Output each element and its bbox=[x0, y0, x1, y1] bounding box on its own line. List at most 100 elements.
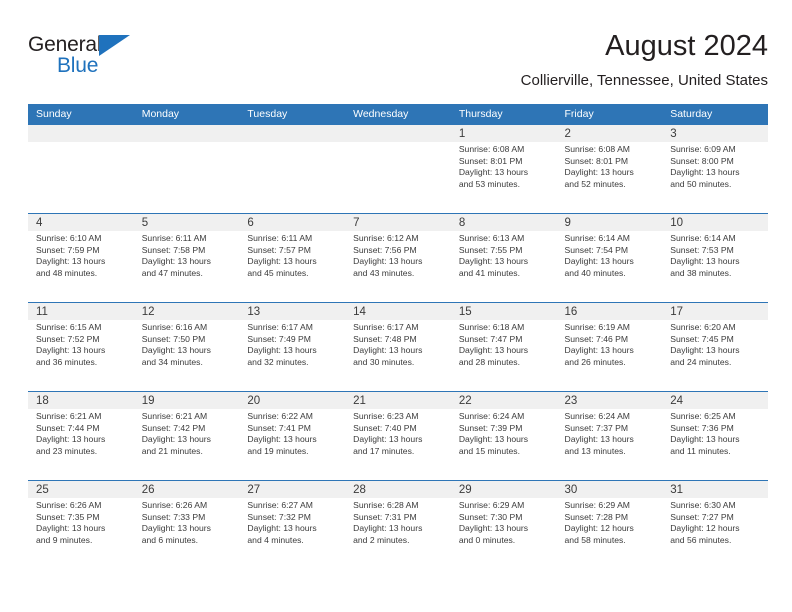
sunset-time: Sunset: 7:39 PM bbox=[458, 422, 523, 433]
daylight-duration-line2: and 6 minutes. bbox=[141, 534, 199, 545]
sunrise-time: Sunrise: 6:22 AM bbox=[247, 411, 313, 421]
day-number-band bbox=[133, 125, 240, 142]
calendar-day-cell[interactable]: 14 Sunrise: 6:17 AM Sunset: 7:48 PM Dayligh… bbox=[345, 303, 451, 391]
daylight-duration-line1: Daylight: 13 hours bbox=[353, 256, 423, 267]
sunset-time: Sunset: 8:01 PM bbox=[458, 155, 523, 166]
calendar-day-cell[interactable]: 8 Sunrise: 6:13 AM Sunset: 7:55 PM Daylight… bbox=[450, 214, 557, 302]
calendar-page: General Blue August 2024 Collierville, T… bbox=[0, 0, 792, 612]
day-sun-info: Sunrise: 6:22 AM Sunset: 7:41 PM Daylight:… bbox=[247, 411, 345, 457]
calendar-day-cell[interactable]: 16 Sunrise: 6:19 AM Sunset: 7:46 PM Dayligh… bbox=[556, 303, 663, 391]
sunrise-time: Sunrise: 6:21 AM bbox=[36, 411, 102, 421]
daylight-duration-line1: Daylight: 13 hours bbox=[353, 523, 423, 534]
day-number-band bbox=[450, 125, 557, 142]
day-number: 12 bbox=[141, 306, 155, 318]
day-number: 2 bbox=[564, 128, 571, 140]
title-block: August 2024 Collierville, Tennessee, Uni… bbox=[521, 28, 768, 92]
sunset-time: Sunset: 8:01 PM bbox=[564, 155, 629, 166]
calendar-day-cell[interactable]: 15 Sunrise: 6:18 AM Sunset: 7:47 PM Dayligh… bbox=[450, 303, 557, 391]
logo-text-blue: Blue bbox=[57, 54, 99, 77]
sunset-time: Sunset: 7:52 PM bbox=[36, 333, 100, 344]
calendar-day-cell[interactable]: 29 Sunrise: 6:29 AM Sunset: 7:30 PM Dayligh… bbox=[450, 481, 557, 569]
calendar-day-cell[interactable]: 25 Sunrise: 6:26 AM Sunset: 7:35 PM Dayligh… bbox=[28, 481, 134, 569]
daylight-duration-line1: Daylight: 13 hours bbox=[353, 345, 423, 356]
calendar-day-cell[interactable]: 24 Sunrise: 6:25 AM Sunset: 7:36 PM Dayligh… bbox=[662, 392, 768, 480]
calendar-day-cell[interactable]: 17 Sunrise: 6:20 AM Sunset: 7:45 PM Dayligh… bbox=[662, 303, 768, 391]
calendar-day-cell[interactable]: 11 Sunrise: 6:15 AM Sunset: 7:52 PM Dayligh… bbox=[28, 303, 134, 391]
calendar-day-cell-empty bbox=[345, 125, 451, 213]
calendar-day-cell[interactable]: 3 Sunrise: 6:09 AM Sunset: 8:00 PM Daylight… bbox=[662, 125, 768, 213]
day-sun-info: Sunrise: 6:14 AM Sunset: 7:54 PM Daylight:… bbox=[565, 233, 663, 279]
day-number: 7 bbox=[353, 217, 360, 229]
day-number: 16 bbox=[564, 306, 578, 318]
calendar-day-cell[interactable]: 27 Sunrise: 6:27 AM Sunset: 7:32 PM Dayligh… bbox=[239, 481, 346, 569]
calendar-day-cell[interactable]: 21 Sunrise: 6:23 AM Sunset: 7:40 PM Dayligh… bbox=[345, 392, 451, 480]
daylight-duration-line2: and 28 minutes. bbox=[458, 356, 520, 367]
day-sun-info: Sunrise: 6:26 AM Sunset: 7:33 PM Daylight:… bbox=[142, 500, 240, 546]
daylight-duration-line1: Daylight: 13 hours bbox=[670, 256, 740, 267]
sunset-time: Sunset: 8:00 PM bbox=[670, 155, 734, 166]
daylight-duration-line2: and 50 minutes. bbox=[670, 178, 732, 189]
page-title: August 2024 bbox=[605, 30, 768, 62]
daylight-duration-line1: Daylight: 13 hours bbox=[36, 523, 106, 534]
sunrise-time: Sunrise: 6:13 AM bbox=[458, 233, 525, 243]
sunset-time: Sunset: 7:48 PM bbox=[353, 333, 417, 344]
calendar-day-cell[interactable]: 28 Sunrise: 6:28 AM Sunset: 7:31 PM Dayligh… bbox=[345, 481, 451, 569]
calendar-day-cell[interactable]: 31 Sunrise: 6:30 AM Sunset: 7:27 PM Dayligh… bbox=[662, 481, 768, 569]
day-sun-info: Sunrise: 6:19 AM Sunset: 7:46 PM Daylight:… bbox=[565, 322, 663, 368]
daylight-duration-line2: and 4 minutes. bbox=[247, 534, 304, 545]
day-number: 10 bbox=[670, 217, 684, 229]
sunrise-time: Sunrise: 6:21 AM bbox=[141, 411, 208, 421]
general-blue-logo[interactable]: General Blue bbox=[28, 34, 158, 86]
sunrise-time: Sunrise: 6:10 AM bbox=[36, 233, 102, 243]
day-sun-info: Sunrise: 6:28 AM Sunset: 7:31 PM Daylight:… bbox=[353, 500, 451, 546]
day-number: 22 bbox=[458, 395, 472, 407]
sunset-time: Sunset: 7:46 PM bbox=[564, 333, 629, 344]
day-sun-info: Sunrise: 6:17 AM Sunset: 7:48 PM Daylight:… bbox=[353, 322, 451, 368]
calendar-day-cell[interactable]: 5 Sunrise: 6:11 AM Sunset: 7:58 PM Daylight… bbox=[133, 214, 240, 302]
day-number: 29 bbox=[458, 484, 472, 496]
day-sun-info: Sunrise: 6:12 AM Sunset: 7:56 PM Daylight:… bbox=[353, 233, 451, 279]
sunset-time: Sunset: 7:28 PM bbox=[564, 511, 629, 522]
logo-triangle-icon bbox=[99, 35, 130, 56]
calendar-day-cell[interactable]: 23 Sunrise: 6:24 AM Sunset: 7:37 PM Dayligh… bbox=[556, 392, 663, 480]
sunrise-time: Sunrise: 6:26 AM bbox=[36, 500, 102, 510]
sunrise-time: Sunrise: 6:14 AM bbox=[564, 233, 630, 243]
daylight-duration-line1: Daylight: 13 hours bbox=[564, 434, 634, 445]
daylight-duration-line1: Daylight: 13 hours bbox=[36, 256, 106, 267]
weekday-header-row: Sunday Monday Tuesday Wednesday Thursday… bbox=[28, 104, 768, 125]
sunset-time: Sunset: 7:45 PM bbox=[670, 333, 734, 344]
daylight-duration-line1: Daylight: 13 hours bbox=[247, 345, 317, 356]
sunset-time: Sunset: 7:49 PM bbox=[247, 333, 311, 344]
calendar-day-cell[interactable]: 18 Sunrise: 6:21 AM Sunset: 7:44 PM Dayligh… bbox=[28, 392, 134, 480]
calendar-day-cell[interactable]: 7 Sunrise: 6:12 AM Sunset: 7:56 PM Daylight… bbox=[345, 214, 451, 302]
calendar-day-cell[interactable]: 26 Sunrise: 6:26 AM Sunset: 7:33 PM Dayligh… bbox=[133, 481, 240, 569]
day-number-band bbox=[239, 125, 346, 142]
weekday-header-friday: Friday bbox=[564, 108, 594, 120]
sunrise-time: Sunrise: 6:19 AM bbox=[564, 322, 630, 332]
sunset-time: Sunset: 7:44 PM bbox=[36, 422, 100, 433]
sunrise-time: Sunrise: 6:28 AM bbox=[353, 500, 419, 510]
calendar-day-cell[interactable]: 1 Sunrise: 6:08 AM Sunset: 8:01 PM Daylight… bbox=[450, 125, 557, 213]
day-sun-info: Sunrise: 6:11 AM Sunset: 7:57 PM Daylight:… bbox=[247, 233, 345, 279]
day-number: 24 bbox=[670, 395, 684, 407]
calendar-day-cell[interactable]: 20 Sunrise: 6:22 AM Sunset: 7:41 PM Dayligh… bbox=[239, 392, 346, 480]
day-sun-info: Sunrise: 6:09 AM Sunset: 8:00 PM Daylight:… bbox=[670, 144, 768, 190]
sunrise-time: Sunrise: 6:11 AM bbox=[247, 233, 313, 243]
calendar-day-cell[interactable]: 6 Sunrise: 6:11 AM Sunset: 7:57 PM Daylight… bbox=[239, 214, 346, 302]
calendar-day-cell[interactable]: 9 Sunrise: 6:14 AM Sunset: 7:54 PM Daylight… bbox=[556, 214, 663, 302]
calendar-day-cell[interactable]: 30 Sunrise: 6:29 AM Sunset: 7:28 PM Dayligh… bbox=[556, 481, 663, 569]
sunset-time: Sunset: 7:41 PM bbox=[247, 422, 311, 433]
calendar-day-cell[interactable]: 13 Sunrise: 6:17 AM Sunset: 7:49 PM Dayligh… bbox=[239, 303, 346, 391]
day-number-band bbox=[556, 125, 663, 142]
calendar-day-cell[interactable]: 2 Sunrise: 6:08 AM Sunset: 8:01 PM Daylight… bbox=[556, 125, 663, 213]
calendar-day-cell[interactable]: 12 Sunrise: 6:16 AM Sunset: 7:50 PM Dayligh… bbox=[133, 303, 240, 391]
calendar-day-cell[interactable]: 19 Sunrise: 6:21 AM Sunset: 7:42 PM Dayligh… bbox=[133, 392, 240, 480]
calendar-day-cell[interactable]: 4 Sunrise: 6:10 AM Sunset: 7:59 PM Daylight… bbox=[28, 214, 134, 302]
calendar-day-cell[interactable]: 10 Sunrise: 6:14 AM Sunset: 7:53 PM Dayligh… bbox=[662, 214, 768, 302]
daylight-duration-line2: and 38 minutes. bbox=[670, 267, 732, 278]
calendar-day-cell[interactable]: 22 Sunrise: 6:24 AM Sunset: 7:39 PM Dayligh… bbox=[450, 392, 557, 480]
calendar-day-cell-empty bbox=[28, 125, 134, 213]
day-number: 25 bbox=[36, 484, 49, 496]
day-number: 31 bbox=[670, 484, 684, 496]
daylight-duration-line1: Daylight: 13 hours bbox=[458, 345, 529, 356]
